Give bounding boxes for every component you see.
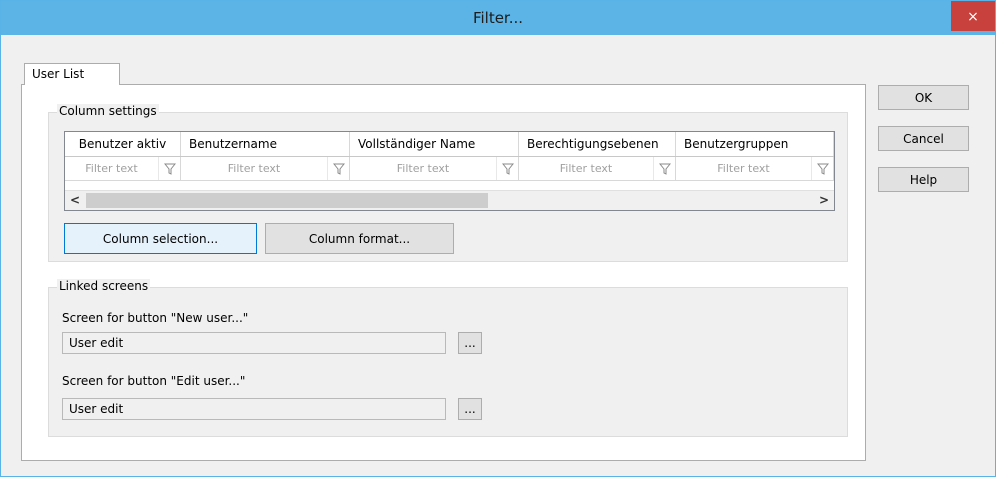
- cancel-button[interactable]: Cancel: [878, 126, 969, 151]
- filter-dialog: Filter... × User List Column settings Be…: [0, 0, 996, 477]
- grid-filter-row: Filter text Filter text Filter text Filt…: [65, 157, 834, 181]
- new-user-screen-browse-button[interactable]: ...: [458, 332, 482, 354]
- filter-cell-berechtigungsebenen[interactable]: Filter text: [519, 157, 676, 180]
- column-selection-button[interactable]: Column selection...: [64, 223, 257, 254]
- help-button[interactable]: Help: [878, 167, 969, 192]
- filter-input-benutzergruppen[interactable]: Filter text: [676, 162, 811, 175]
- column-settings-legend: Column settings: [57, 104, 159, 118]
- funnel-icon[interactable]: [653, 157, 675, 180]
- funnel-icon[interactable]: [158, 157, 180, 180]
- funnel-icon[interactable]: [496, 157, 518, 180]
- column-format-button[interactable]: Column format...: [265, 223, 454, 254]
- edit-user-screen-browse-button[interactable]: ...: [458, 398, 482, 420]
- column-header-benutzer-aktiv[interactable]: Benutzer aktiv: [65, 132, 181, 156]
- funnel-icon[interactable]: [811, 157, 833, 180]
- filter-input-vollstaendiger-name[interactable]: Filter text: [350, 162, 496, 175]
- dialog-client-area: User List Column settings Benutzer aktiv…: [10, 35, 988, 472]
- column-grid[interactable]: Benutzer aktiv Benutzername Vollständige…: [64, 131, 835, 211]
- filter-cell-benutzergruppen[interactable]: Filter text: [676, 157, 834, 180]
- linked-screens-group: Linked screens Screen for button "New us…: [48, 279, 848, 437]
- column-settings-group: Column settings Benutzer aktiv Benutzern…: [48, 104, 848, 262]
- tab-user-list[interactable]: User List: [24, 63, 120, 85]
- filter-input-berechtigungsebenen[interactable]: Filter text: [519, 162, 653, 175]
- scroll-right-arrow-icon[interactable]: >: [814, 191, 834, 210]
- filter-cell-vollstaendiger-name[interactable]: Filter text: [350, 157, 519, 180]
- filter-cell-benutzer-aktiv[interactable]: Filter text: [65, 157, 181, 180]
- column-header-berechtigungsebenen[interactable]: Berechtigungsebenen: [519, 132, 676, 156]
- ok-button[interactable]: OK: [878, 85, 969, 110]
- close-button[interactable]: ×: [951, 1, 995, 31]
- edit-user-screen-field[interactable]: User edit: [62, 398, 446, 420]
- grid-header-row: Benutzer aktiv Benutzername Vollständige…: [65, 132, 834, 157]
- filter-cell-benutzername[interactable]: Filter text: [181, 157, 350, 180]
- column-header-vollstaendiger-name[interactable]: Vollständiger Name: [350, 132, 519, 156]
- filter-input-benutzer-aktiv[interactable]: Filter text: [65, 162, 158, 175]
- scroll-left-arrow-icon[interactable]: <: [65, 191, 85, 210]
- new-user-screen-label: Screen for button "New user...": [62, 311, 249, 325]
- column-header-benutzername[interactable]: Benutzername: [181, 132, 350, 156]
- scroll-thumb[interactable]: [86, 193, 488, 208]
- window-title: Filter...: [472, 9, 524, 27]
- horizontal-scrollbar[interactable]: < >: [65, 190, 834, 210]
- tab-panel-user-list: Column settings Benutzer aktiv Benutzern…: [21, 84, 866, 461]
- title-bar[interactable]: Filter... ×: [1, 1, 995, 35]
- edit-user-screen-label: Screen for button "Edit user...": [62, 374, 246, 388]
- filter-input-benutzername[interactable]: Filter text: [181, 162, 327, 175]
- column-header-benutzergruppen[interactable]: Benutzergruppen: [676, 132, 834, 156]
- linked-screens-legend: Linked screens: [57, 279, 151, 293]
- new-user-screen-field[interactable]: User edit: [62, 332, 446, 354]
- funnel-icon[interactable]: [327, 157, 349, 180]
